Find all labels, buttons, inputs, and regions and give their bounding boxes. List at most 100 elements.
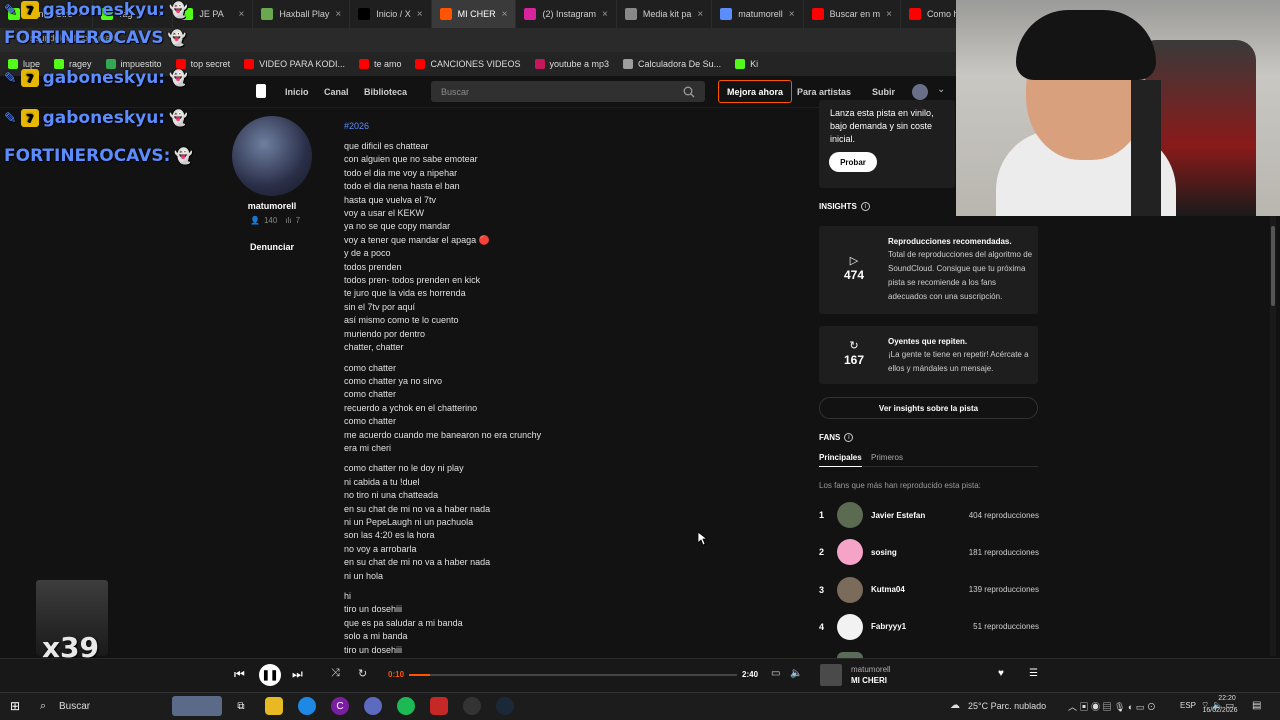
scrollbar-thumb[interactable] [1271,226,1275,306]
user-avatar[interactable] [912,84,928,100]
taskbar-search-highlight [172,696,222,716]
bookmark-item[interactable]: youtube a mp3 [534,59,609,69]
fan-name[interactable]: Javier Estefan [871,511,925,520]
browser-tab[interactable]: matumorell × [712,0,804,28]
obs-icon[interactable] [463,697,481,715]
nav-biblioteca[interactable]: Biblioteca [364,87,407,97]
browser-tab[interactable]: Buscar en m × [804,0,901,28]
artist-name[interactable]: matumorell [232,201,312,211]
track-artwork[interactable] [820,664,842,686]
player-track[interactable]: MI CHERI [851,676,887,685]
info-icon[interactable]: i [844,433,854,442]
nav-para-artistas[interactable]: Para artistas [797,87,851,97]
steam-icon[interactable] [496,697,514,715]
tab-label: Buscar en m [829,9,881,19]
hashtag-link[interactable]: #2026 [344,121,369,131]
fan-avatar[interactable] [837,502,863,528]
tab-label: Inicio / X [376,9,411,19]
chat-line: ✎ 7 gaboneskyu: 👻 [4,68,188,88]
close-icon[interactable]: × [789,9,795,20]
weather-icon[interactable]: ☁ [950,700,960,711]
search-icon[interactable] [683,86,695,98]
page-scrollbar[interactable] [1270,216,1276,656]
next-icon[interactable]: ⏭ [292,667,303,682]
vinyl-text: Lanza esta pista en vinilo, bajo demanda… [830,108,934,144]
fan-plays: 51 reproducciones [973,622,1039,632]
fan-rank: 2 [819,547,825,558]
language-indicator[interactable]: ESP [1180,701,1196,710]
bookmark-item[interactable]: te amo [358,59,401,69]
tray-icons[interactable]: ︿ ▣ ◉ ▤ 🎙 ◐ ▭ ⊙ [1068,700,1156,713]
fan-avatar[interactable] [837,613,863,640]
weather-text[interactable]: 25°C Parc. nublado [968,701,1046,711]
volume-icon[interactable]: 🔈 [790,668,802,679]
chevron-down-icon[interactable]: ⌄ [937,84,945,95]
insight-desc: Total de reproducciones del algoritmo de… [888,250,1033,301]
close-icon[interactable]: × [602,9,608,20]
app-c-icon[interactable]: C [331,697,349,715]
app-red-icon[interactable] [430,697,448,715]
fan-name[interactable]: sosing [871,548,897,557]
browser-tab[interactable]: (2) Instagram × [516,0,617,28]
fan-avatar[interactable] [837,576,863,603]
queue-icon[interactable]: ☰ [1029,668,1038,679]
shuffle-icon[interactable]: ⤨ [331,667,340,680]
mejora-ahora-button[interactable]: Mejora ahora [718,80,792,103]
nav-inicio[interactable]: Inicio [285,87,309,97]
repeat-icon[interactable]: ↻ [358,667,367,680]
fan-row[interactable]: 1 Javier Estefan 404 reproducciones [819,500,1039,530]
bookmark-item[interactable]: CANCIONES VIDEOS [415,59,521,69]
fan-row[interactable]: 4 Fabryyy1 51 reproducciones [819,612,1039,642]
report-button[interactable]: Denunciar [232,242,312,252]
cast-icon[interactable]: ▭ [771,668,780,679]
notification-icon[interactable]: ▤ [1252,700,1261,711]
previous-icon[interactable]: ⏮ [234,667,245,682]
tab-favicon-icon [358,8,371,20]
pause-button[interactable]: ❚❚ [259,664,281,686]
tab-label: (2) Instagram [542,9,596,19]
artist-avatar[interactable] [232,116,312,196]
tab-primeros[interactable]: Primeros [871,453,903,462]
fan-avatar[interactable] [837,539,863,566]
7tv-badge-icon: 7 [20,109,39,127]
bookmark-item[interactable]: Calculadora De Su... [623,59,721,69]
ver-insights-button[interactable]: Ver insights sobre la pista [819,397,1038,419]
bookmark-item[interactable]: Ki [735,59,758,69]
mouse-cursor-icon [698,532,708,546]
close-icon[interactable]: × [417,9,423,20]
nav-canal[interactable]: Canal [324,87,349,97]
close-icon[interactable]: × [886,9,892,20]
spotify-icon[interactable] [397,697,415,715]
browser-tab[interactable]: Inicio / X × [350,0,432,28]
fan-row[interactable]: 2 sosing 181 reproducciones [819,537,1039,567]
lyric-line: sin el 7tv por aquí [344,301,416,312]
fan-row[interactable]: 3 Kutma04 139 reproducciones [819,575,1039,605]
nav-subir[interactable]: Subir [872,87,895,97]
fan-name[interactable]: Fabryyy1 [871,622,906,631]
fan-name[interactable]: Kutma04 [871,585,905,594]
probar-button[interactable]: Probar [829,152,877,172]
close-icon[interactable]: × [335,9,341,20]
close-icon[interactable]: × [502,9,508,20]
progress-bar[interactable] [409,674,737,676]
close-icon[interactable]: × [697,9,703,20]
taskbar-search[interactable]: Buscar [59,701,90,712]
task-view-icon[interactable]: ⧉ [232,697,250,715]
like-icon[interactable]: ♥ [998,668,1004,679]
windows-start-icon[interactable]: ⊞ [10,699,20,713]
taskbar-search-icon[interactable]: ⌕ [40,700,46,713]
clock-time[interactable]: 22:20 [1212,695,1242,702]
lyric-line: así mismo como te lo cuento [344,315,459,326]
browser-tab[interactable]: Media kit pa × [617,0,713,28]
tab-label: Media kit pa [642,9,692,19]
file-explorer-icon[interactable] [265,697,283,715]
play-icon: ▷ [849,255,859,267]
info-icon[interactable]: i [860,202,870,211]
browser-tab[interactable]: MI CHER × [431,0,517,28]
player-artist[interactable]: matumorell [851,665,891,674]
edge-icon[interactable] [298,697,316,715]
tab-principales[interactable]: Principales [819,453,862,467]
search-input[interactable]: Buscar [431,81,705,102]
discord-icon[interactable] [364,697,382,715]
clock-date[interactable]: 16/02/2026 [1200,707,1240,714]
